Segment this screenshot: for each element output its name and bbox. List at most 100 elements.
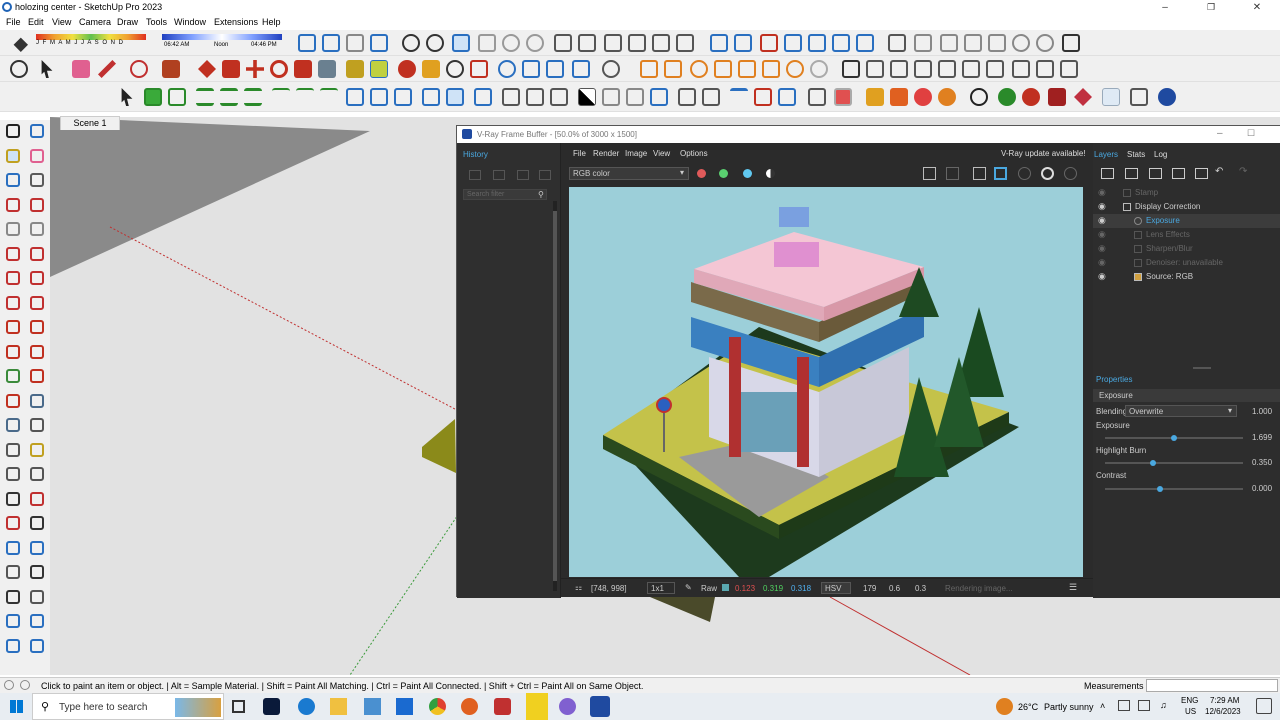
arc-icon[interactable] [130,60,148,78]
circle-tool-icon[interactable] [6,246,20,261]
notifications-icon[interactable] [1256,698,1272,714]
windows-start-icon[interactable] [10,700,23,713]
solid-union-icon[interactable] [888,34,906,52]
eraser-icon[interactable] [72,60,90,78]
vfb-maximize-button[interactable]: ☐ [1247,128,1255,139]
3d-text-tool-icon[interactable] [6,467,20,481]
position-camera-tool-icon[interactable] [6,565,20,579]
tile-2-icon[interactable] [526,88,544,106]
scene-tab[interactable]: Scene 1 [60,116,120,130]
menu-help[interactable]: Help [262,17,281,27]
layer-row-stamp[interactable]: ◉ Stamp [1093,186,1280,200]
distribute-d-icon[interactable] [320,88,338,106]
history-load-icon[interactable] [517,170,529,180]
merge-icon[interactable] [890,88,908,106]
xray-icon[interactable] [938,60,956,78]
protractor-tool-icon[interactable] [30,418,44,432]
solid-trim-icon[interactable] [964,34,982,52]
chrome-icon[interactable] [429,698,446,715]
tab-layers[interactable]: Layers [1094,150,1118,159]
green-channel-toggle[interactable] [719,169,728,178]
save-image-icon[interactable] [923,167,936,180]
redo-icon[interactable]: ↷ [1239,166,1247,177]
red-channel-toggle[interactable] [697,169,706,178]
vfb-menu-file[interactable]: File [573,149,586,158]
label-tool-icon[interactable] [30,467,44,481]
look-2-tool-icon[interactable] [30,589,44,604]
vray-scatter-icon[interactable] [738,60,756,78]
menu-view[interactable]: View [52,17,71,27]
vray-proxy-icon[interactable] [690,60,708,78]
blending-value[interactable]: 1.000 [1252,407,1272,416]
select-arrow-icon[interactable] [41,60,53,78]
undo-icon[interactable]: ↶ [1215,166,1223,177]
vray-cloud-icon[interactable] [346,34,364,52]
measurements-input[interactable] [1146,679,1278,692]
sandbox-a-tool-icon[interactable] [6,614,20,628]
red-dot-icon[interactable] [1022,88,1040,106]
sandbox-drape-icon[interactable] [784,34,802,52]
eraser-tool-icon[interactable] [30,148,44,163]
rotate-tool-icon[interactable] [6,344,20,359]
highlight-burn-slider[interactable] [1105,460,1243,466]
colorspace-select[interactable]: HSV [821,582,851,594]
checker-icon[interactable] [578,88,596,106]
eye-icon[interactable]: ◉ [1098,215,1106,226]
zoom-extents-icon[interactable] [526,34,544,52]
sandbox-c-tool-icon[interactable] [6,638,20,653]
dimension-tool-icon[interactable] [6,442,20,457]
minimize-button[interactable]: – [1142,0,1188,15]
vray-interactive-icon[interactable] [322,34,340,52]
history-save-icon[interactable] [469,170,481,180]
pan-tool-icon[interactable] [6,516,20,530]
vray-decal-icon[interactable] [762,60,780,78]
flip-2-icon[interactable] [626,88,644,106]
contrast-slider[interactable] [1105,486,1243,492]
pin-icon[interactable]: ⚏ [575,583,582,592]
vray-render-icon[interactable] [298,34,316,52]
textured-icon[interactable] [1036,60,1054,78]
geo-icon[interactable] [20,680,30,690]
push-pull-icon[interactable] [198,60,216,78]
sandbox-smoove-icon[interactable] [734,34,752,52]
view-front-icon[interactable] [652,34,670,52]
solid-shell-icon[interactable] [1036,34,1054,52]
vray-clipper-icon[interactable] [714,60,732,78]
menu-window[interactable]: Window [174,17,206,27]
menu-extensions[interactable]: Extensions [214,17,258,27]
stairs-icon[interactable] [730,88,748,106]
menu-file[interactable]: File [6,17,21,27]
highlight-burn-value[interactable]: 0.350 [1252,458,1272,467]
follow-me-icon[interactable] [222,60,240,78]
layer-row-display-correction[interactable]: ◉ Display Correction [1093,200,1280,214]
hidden-line-icon[interactable] [986,60,1004,78]
freehand-tool-icon[interactable] [30,197,44,212]
photoshop-icon[interactable] [263,698,280,715]
pan-icon[interactable] [478,34,496,52]
pencil-tool-icon[interactable] [6,197,20,212]
explode-all-icon[interactable] [914,88,932,106]
distribute-h-icon[interactable] [272,88,290,106]
mail-icon[interactable] [396,698,413,715]
section-fill-icon[interactable] [578,34,596,52]
zoom-tool-icon[interactable] [446,60,464,78]
store-icon[interactable] [364,698,381,715]
offset-curve-tool-icon[interactable] [6,295,20,310]
history-delete-icon[interactable] [539,170,551,180]
window-tool-icon[interactable] [778,88,796,106]
warehouse-2-icon[interactable] [842,60,860,78]
layer-row-sharpen-blur[interactable]: ◉ Sharpen/Blur [1093,242,1280,256]
region-code[interactable]: US [1185,707,1196,716]
rotate-icon[interactable] [270,60,288,78]
solid-split-icon[interactable] [988,34,1006,52]
help-icon[interactable] [1158,88,1176,106]
settings-gear-icon[interactable] [938,88,956,106]
section-plane-icon[interactable] [554,34,572,52]
section-tool-icon[interactable] [30,393,44,408]
rotated-rect-tool-icon[interactable] [30,222,44,236]
sandbox-d-tool-icon[interactable] [30,638,44,653]
layer-row-exposure[interactable]: ◉ Exposure [1093,214,1280,228]
curve-icon[interactable] [808,88,826,106]
orbit-tool-icon[interactable] [30,124,44,138]
diamond-icon[interactable] [1074,88,1092,106]
